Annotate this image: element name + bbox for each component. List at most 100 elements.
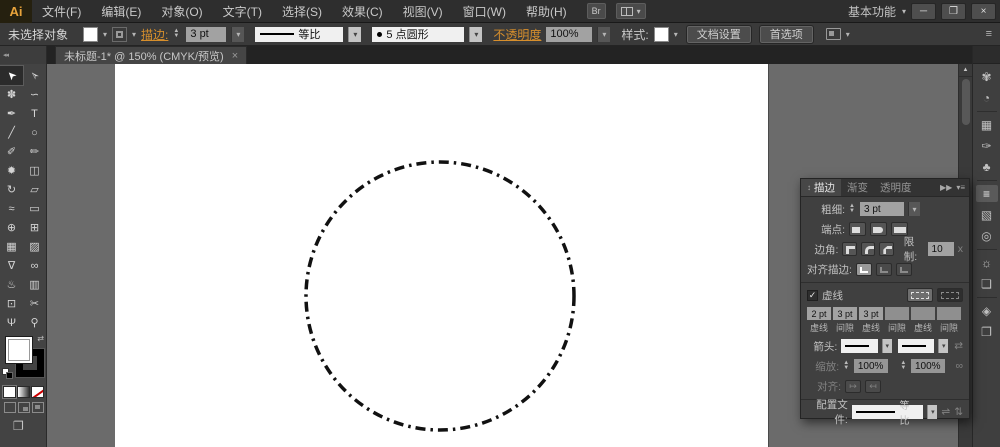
gap-field[interactable] [885, 307, 909, 320]
restore-button[interactable]: ❐ [941, 3, 966, 20]
style-swatch[interactable] [654, 27, 669, 42]
corner-miter-button[interactable] [842, 242, 856, 256]
selection-tool[interactable]: ➤ [0, 66, 23, 85]
transparency-panel-icon[interactable]: ◎ [976, 227, 998, 244]
weight-value[interactable]: 3 pt [860, 202, 904, 216]
limit-value[interactable]: 10 [928, 242, 954, 256]
scale-end-value[interactable]: 100% [911, 359, 946, 373]
eraser-tool[interactable]: ◫ [23, 161, 46, 180]
control-bar-menu-icon[interactable]: ≡ [986, 28, 992, 40]
chevron-down-icon[interactable]: ▾ [103, 30, 107, 39]
brushes-panel-icon[interactable]: ✑ [976, 137, 998, 154]
menu-help[interactable]: 帮助(H) [516, 0, 577, 23]
align-dash-button[interactable] [937, 288, 963, 302]
menu-file[interactable]: 文件(F) [32, 0, 91, 23]
perspective-grid-tool[interactable]: ⊞ [23, 218, 46, 237]
dashed-line-checkbox[interactable]: ✓ [807, 290, 818, 301]
preserve-dash-button[interactable] [907, 288, 933, 302]
tab-transparency[interactable]: 透明度 [874, 179, 918, 196]
cap-butt-button[interactable] [849, 222, 866, 236]
width-profile-dropdown[interactable]: 等比 [255, 27, 343, 42]
scrollbar-thumb[interactable] [962, 79, 970, 125]
arrowhead-end-arrow[interactable]: ▾ [938, 339, 948, 353]
menu-object[interactable]: 对象(O) [151, 0, 212, 23]
fill-indicator[interactable] [5, 336, 33, 364]
arrowhead-start-dropdown[interactable] [841, 339, 878, 353]
swap-arrowheads-icon[interactable]: ⇄ [954, 340, 963, 352]
close-button[interactable]: × [971, 3, 996, 20]
swatches-panel-icon[interactable]: ▦ [976, 116, 998, 133]
gradient-tool[interactable]: ▨ [23, 237, 46, 256]
scale-stepper[interactable]: ▲▼ [900, 361, 907, 371]
color-button[interactable] [3, 386, 16, 398]
none-button[interactable] [31, 386, 44, 398]
cap-projecting-button[interactable] [891, 222, 908, 236]
gap-field[interactable]: 3 pt [833, 307, 857, 320]
column-graph-tool[interactable]: ▥ [23, 275, 46, 294]
blend-tool[interactable]: ∞ [23, 256, 46, 275]
scale-start-value[interactable]: 100% [854, 359, 889, 373]
opacity-value[interactable]: 100% [546, 27, 592, 42]
menu-view[interactable]: 视图(V) [393, 0, 453, 23]
zoom-tool[interactable]: ⚲ [23, 313, 46, 332]
scale-stepper[interactable]: ▲▼ [843, 361, 850, 371]
link-scale-icon[interactable]: ∞ [955, 360, 963, 372]
ellipse-tool[interactable]: ○ [23, 123, 46, 142]
panel-menu-icon[interactable]: ▾≡ [956, 183, 965, 192]
tab-stroke[interactable]: ↕ 描边 [801, 179, 841, 196]
screen-mode-button[interactable]: ❐ [0, 413, 46, 433]
width-profile-dropdown-arrow[interactable]: ▾ [348, 27, 361, 42]
shape-builder-tool[interactable]: ⊕ [0, 218, 23, 237]
line-segment-tool[interactable]: ╱ [0, 123, 23, 142]
preferences-button[interactable]: 首选项 [760, 26, 813, 43]
paintbrush-tool[interactable]: ✐ [0, 142, 23, 161]
eyedropper-tool[interactable]: ∇ [0, 256, 23, 275]
weight-stepper[interactable]: ▲▼ [849, 204, 856, 214]
color-guide-panel-icon[interactable]: ◔ [976, 89, 998, 106]
workspace-switcher[interactable]: 基本功能 [848, 3, 896, 20]
blob-brush-tool[interactable]: ✹ [0, 161, 23, 180]
stroke-weight-value[interactable]: 3 pt [186, 27, 226, 42]
align-arrow-tip-button[interactable]: ↦ [845, 380, 861, 393]
collapse-panel-icon[interactable]: ▶▶ [940, 183, 952, 192]
type-tool[interactable]: T [23, 104, 46, 123]
chevron-down-icon[interactable]: ▾ [846, 30, 850, 39]
graphic-styles-panel-icon[interactable]: ❏ [976, 275, 998, 292]
symbol-sprayer-tool[interactable]: ♨ [0, 275, 23, 294]
align-arrow-end-button[interactable]: ↤ [865, 380, 881, 393]
gradient-panel-icon[interactable]: ▧ [976, 206, 998, 223]
pen-tool[interactable]: ✒ [0, 104, 23, 123]
slice-tool[interactable]: ✂ [23, 294, 46, 313]
dock-header[interactable] [973, 46, 1000, 64]
dash-field[interactable] [911, 307, 935, 320]
dash-field[interactable]: 3 pt [859, 307, 883, 320]
align-stroke-inside-button[interactable] [876, 263, 892, 276]
width-tool[interactable]: ≈ [0, 199, 23, 218]
document-setup-button[interactable]: 文档设置 [687, 26, 751, 43]
cap-round-button[interactable] [870, 222, 887, 236]
align-stroke-center-button[interactable] [856, 263, 872, 276]
lasso-tool[interactable]: ∽ [23, 85, 46, 104]
draw-inside-icon[interactable] [32, 402, 44, 413]
chevron-down-icon[interactable]: ▾ [674, 30, 678, 39]
stroke-panel-link[interactable]: 描边: [141, 26, 168, 43]
profile-dropdown-arrow[interactable]: ▾ [927, 405, 937, 419]
layers-panel-icon[interactable]: ◈ [976, 302, 998, 319]
gradient-button[interactable] [17, 386, 30, 398]
brush-dropdown-arrow[interactable]: ▾ [469, 27, 482, 42]
draw-normal-icon[interactable] [4, 402, 16, 413]
color-panel-icon[interactable]: ✾ [976, 68, 998, 85]
draw-behind-icon[interactable] [18, 402, 30, 413]
tab-close-icon[interactable]: × [232, 50, 238, 62]
arrowhead-start-arrow[interactable]: ▾ [882, 339, 892, 353]
menu-edit[interactable]: 编辑(E) [91, 0, 151, 23]
magic-wand-tool[interactable]: ✽ [0, 85, 23, 104]
gap-field[interactable] [937, 307, 961, 320]
stroke-color-swatch[interactable] [112, 27, 127, 42]
menu-type[interactable]: 文字(T) [213, 0, 272, 23]
swap-fill-stroke-icon[interactable]: ⇄ [37, 334, 44, 343]
arrowhead-end-dropdown[interactable] [898, 339, 935, 353]
chevron-down-icon[interactable]: ▾ [132, 30, 136, 39]
menu-effect[interactable]: 效果(C) [332, 0, 393, 23]
arrange-documents-button[interactable]: ▾ [616, 3, 646, 19]
